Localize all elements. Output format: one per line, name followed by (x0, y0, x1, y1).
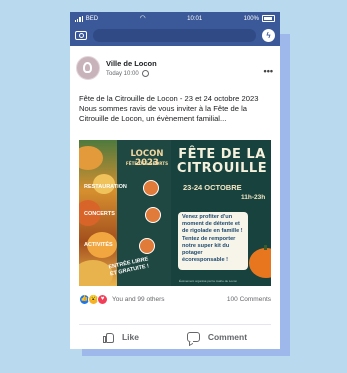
poster-event-subtitle: FÊTE DES SPORTS (125, 161, 169, 166)
post-text-title: Fête de la Citrouille de Locon - 23 et 2… (79, 94, 259, 103)
timestamp-text: Today 10:00 (106, 70, 139, 77)
like-label: Like (121, 332, 139, 342)
phone-frame: BED ◠ 10:01 100% ϟ Ville de Locon Today … (70, 12, 280, 349)
clock: 10:01 (187, 15, 203, 22)
wifi-icon: ◠ (139, 15, 146, 22)
feature-concerts: CONCERTS (84, 211, 115, 217)
poster-organizer: Événement organisé par la mairie de Loco… (179, 279, 238, 283)
comment-icon (186, 332, 200, 342)
like-button[interactable]: Like (102, 332, 139, 343)
reaction-summary[interactable]: You and 99 others (112, 296, 165, 303)
thumbs-up-icon (102, 332, 114, 343)
post-header: Ville de Locon Today 10:00 ••• (70, 46, 280, 80)
post-timestamp: Today 10:00 (106, 70, 157, 77)
carrier-label: BED (85, 15, 99, 22)
love-reaction-icon: ♥ (97, 294, 108, 305)
comment-button[interactable]: Comment (186, 332, 248, 342)
messenger-icon[interactable]: ϟ (262, 29, 275, 42)
globe-icon (141, 70, 149, 77)
avatar[interactable] (76, 56, 100, 80)
reactions-bar[interactable]: 👍 😮 ♥ You and 99 others 100 Comments (79, 294, 271, 305)
page-name[interactable]: Ville de Locon (106, 59, 157, 68)
more-options-icon[interactable]: ••• (264, 66, 273, 76)
activites-icon (139, 238, 155, 254)
search-input[interactable] (93, 29, 256, 42)
comment-label: Comment (207, 332, 248, 342)
action-bar: Like Comment (79, 325, 271, 349)
battery-percent: 100% (243, 15, 259, 22)
post-text: Fête de la Citrouille de Locon - 23 et 2… (70, 80, 280, 125)
feature-activites: ACTIVITÉS (84, 242, 113, 248)
poster-info-box: Venez profiter d'un moment de détente et… (178, 212, 248, 270)
status-bar: BED ◠ 10:01 100% (70, 12, 280, 25)
post-image[interactable]: LOCON 2023 FÊTE DES SPORTS RESTAURATION … (79, 140, 271, 286)
top-navbar: ϟ (70, 25, 280, 46)
camera-icon[interactable] (75, 31, 87, 40)
restauration-icon (143, 180, 159, 196)
post-text-body: Nous sommes ravis de vous inviter à la F… (79, 104, 247, 124)
poster-hours: 11h-23h (241, 194, 266, 201)
feature-restauration: RESTAURATION (84, 184, 127, 190)
signal-icon (75, 15, 83, 22)
poster-dates: 23-24 OCTOBRE (183, 183, 242, 192)
comment-count[interactable]: 100 Comments (227, 296, 271, 303)
poster-title-line2: CITROUILLE (176, 161, 268, 176)
poster-title-line1: FÊTE DE LA (178, 147, 266, 162)
battery-icon (261, 15, 275, 22)
concerts-icon (145, 207, 161, 223)
